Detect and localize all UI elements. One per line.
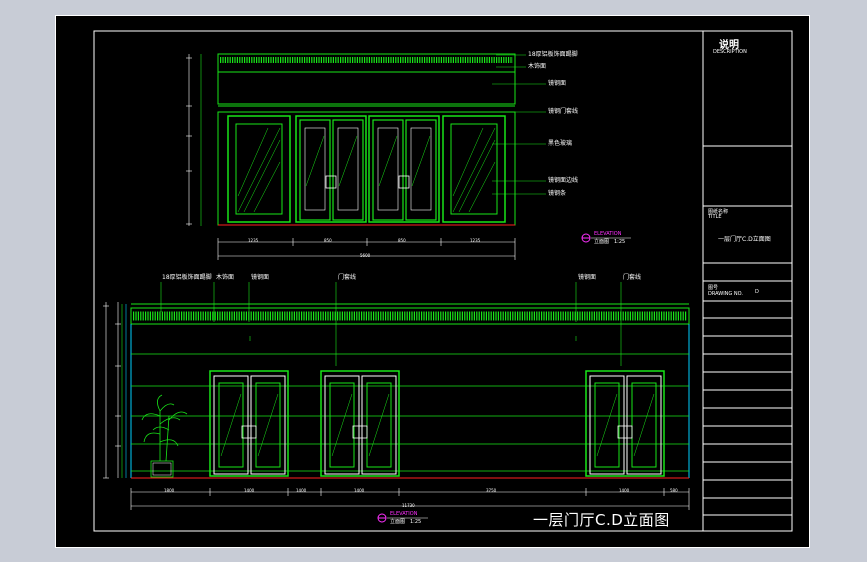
upper-right-panel (442, 115, 506, 223)
drawing-sheet: 说明 DESCRIPTION 图纸名称 TITLE 一层门厅C.D立面图 图号 … (55, 15, 810, 548)
title-value: 一层门厅C.D立面图 (718, 236, 771, 243)
upper-callout-5: 黑色玻璃 (548, 140, 573, 147)
description-heading-en: DESCRIPTION (713, 49, 747, 55)
lower-marker-cn: 立面图 (390, 519, 406, 525)
lower-marker-en: ELEVATION (390, 511, 418, 517)
upper-callout-3: 镜钢面 (548, 80, 567, 87)
upper-dim-3: 850 (398, 238, 406, 243)
lower-callout-3: 镜钢面 (251, 274, 270, 281)
upper-callout-4: 镜钢门套线 (548, 108, 579, 115)
upper-dim-4: 1235 (470, 238, 481, 243)
upper-doors (295, 115, 440, 223)
upper-marker-en: ELEVATION (594, 231, 622, 237)
upper-dim-1: 1235 (248, 238, 259, 243)
lower-callout-5: 镜钢面 (578, 274, 597, 281)
lower-callout-2: 木饰面 (216, 274, 235, 281)
drawing-no-value: D (755, 289, 759, 295)
lower-dim-1: 1800 (164, 488, 175, 493)
upper-dim-2: 850 (324, 238, 332, 243)
lower-callout-4: 门套线 (338, 274, 357, 281)
lower-dim-5: 3750 (486, 488, 497, 493)
upper-callout-1: 18厚铝板饰面踢脚 (528, 51, 578, 58)
lower-dim-6: 1400 (619, 488, 630, 493)
lower-dim-3: 1400 (296, 488, 307, 493)
upper-marker-cn: 立面图 (594, 239, 610, 245)
potted-plant (141, 394, 188, 478)
lower-callout-1: 18厚铝板饰面踢脚 (162, 274, 212, 281)
lower-callout-6: 门套线 (623, 274, 642, 281)
lower-door-2 (320, 370, 400, 477)
lower-marker-scale: 1:25 (410, 519, 422, 525)
lower-dim-7: 580 (670, 488, 678, 493)
drawing-no-label: 图号 (708, 285, 719, 291)
lower-dim-2: 1400 (244, 488, 255, 493)
upper-left-panel (227, 115, 291, 223)
lower-dim-4: 1400 (354, 488, 365, 493)
lower-elevation (103, 282, 690, 523)
sheet-title: 一层门厅C.D立面图 (533, 511, 670, 529)
upper-callout-2: 木饰面 (528, 63, 547, 70)
lower-door-3 (585, 370, 665, 477)
upper-marker-scale: 1:25 (614, 239, 626, 245)
upper-callout-6: 镜钢面边线 (548, 177, 579, 184)
upper-total-dim: 5600 (360, 253, 371, 258)
cad-drawing-canvas (93, 30, 793, 532)
lower-total-dim: 11730 (402, 503, 415, 508)
drawing-no-label-en: DRAWING NO. (708, 291, 743, 297)
upper-callout-7: 镜钢条 (548, 190, 567, 197)
title-label-en: TITLE (708, 214, 722, 220)
lower-door-1 (209, 370, 289, 477)
upper-callout-leaders (492, 54, 546, 195)
